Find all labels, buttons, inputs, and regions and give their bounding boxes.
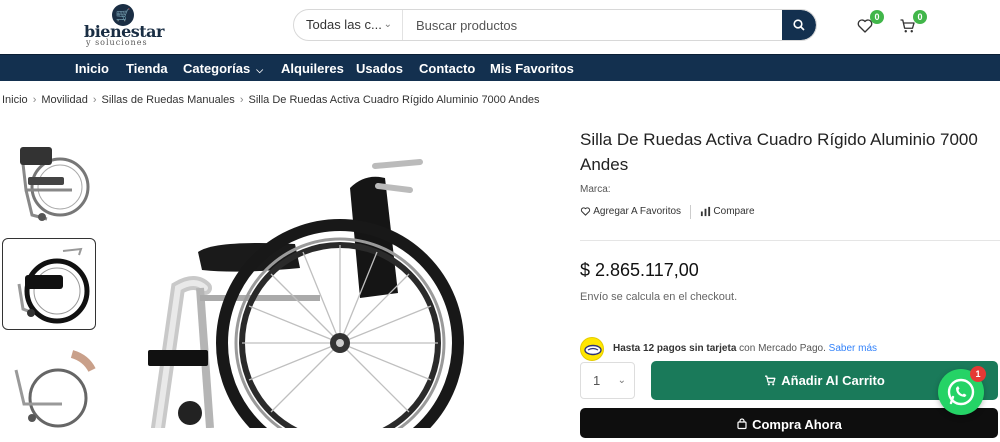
shipping-note: Envío se calcula en el checkout. — [580, 291, 738, 303]
search-bar: Todas las c... ⌄ — [293, 9, 817, 41]
breadcrumb-current: Silla De Ruedas Activa Cuadro Rígido Alu… — [248, 94, 540, 106]
product-thumbnail-2[interactable] — [2, 238, 96, 330]
bar-chart-icon — [700, 207, 710, 217]
cart-icon — [765, 375, 776, 386]
action-divider — [689, 205, 691, 219]
mercadopago-learn-more-link[interactable]: Saber más — [829, 343, 877, 354]
compare-button[interactable]: Compare — [700, 206, 755, 218]
product-title: Silla De Ruedas Activa Cuadro Rígido Alu… — [580, 130, 978, 174]
breadcrumb: Inicio › Movilidad › Sillas de Ruedas Manual… — [2, 94, 540, 106]
mercadopago-description: con Mercado Pago. — [739, 343, 826, 354]
section-divider — [580, 240, 1000, 241]
wheelchair-main-image — [148, 159, 464, 442]
search-button[interactable] — [782, 10, 816, 40]
wheelchair-angle-image — [17, 247, 90, 324]
breadcrumb-separator: › — [92, 94, 97, 106]
quantity-value: 1 — [593, 373, 601, 388]
nav-item-usados[interactable]: Usados — [356, 55, 403, 82]
buy-now-label: Compra Ahora — [752, 417, 842, 432]
cart-count-badge: 0 — [913, 10, 927, 24]
breadcrumb-movilidad[interactable]: Movilidad — [41, 94, 87, 106]
add-to-cart-label: Añadir Al Carrito — [781, 373, 885, 388]
compare-label: Compare — [713, 206, 755, 218]
nav-item-contacto[interactable]: Contacto — [419, 55, 475, 82]
logo-tagline: y soluciones — [86, 38, 148, 47]
nav-item-mis-favoritos[interactable]: Mis Favoritos — [490, 55, 574, 82]
product-thumbnail-1[interactable] — [2, 135, 96, 227]
product-brand-label: Marca: — [580, 184, 611, 195]
product-thumbnail-3[interactable] — [2, 340, 96, 432]
quantity-select[interactable]: 1 ⌄ — [580, 362, 635, 399]
chevron-down-icon: ⌵ — [256, 65, 264, 75]
whatsapp-notification-badge: 1 — [970, 366, 986, 382]
breadcrumb-separator: › — [239, 94, 244, 106]
chevron-down-icon: ⌄ — [617, 375, 626, 386]
site-logo[interactable]: 🛒 bienestar y soluciones — [84, 4, 164, 48]
search-category-value: Todas las c... — [306, 17, 382, 32]
wheelchair-side-image — [20, 147, 90, 221]
product-price: $ 2.865.117,00 — [580, 260, 699, 280]
heart-icon — [580, 207, 591, 217]
nav-item-inicio[interactable]: Inicio — [75, 55, 109, 82]
nav-item-alquileres[interactable]: Alquileres — [281, 55, 344, 82]
add-to-favorites-label: Agregar A Favoritos — [593, 206, 682, 218]
product-actions: Agregar A Favoritos Compare — [580, 205, 755, 221]
wheelchair-detail-image — [14, 350, 96, 428]
add-to-favorites-button[interactable]: Agregar A Favoritos — [580, 206, 682, 218]
mercadopago-highlight: Hasta 12 pagos sin tarjeta — [613, 343, 737, 354]
top-header: 🛒 bienestar y soluciones Todas las c... … — [0, 0, 1000, 54]
wishlist-button[interactable]: 0 — [856, 10, 884, 37]
nav-item-tienda[interactable]: Tienda — [126, 55, 168, 82]
bag-icon — [737, 418, 747, 430]
search-category-select[interactable]: Todas las c... ⌄ — [294, 10, 403, 40]
mercadopago-text: Hasta 12 pagos sin tarjeta con Mercado P… — [613, 343, 877, 354]
cart-button[interactable]: 0 — [899, 10, 927, 37]
nav-item-categorias[interactable]: Categorías ⌵ — [183, 55, 263, 82]
breadcrumb-inicio[interactable]: Inicio — [2, 94, 28, 106]
breadcrumb-sillas-manuales[interactable]: Sillas de Ruedas Manuales — [102, 94, 235, 106]
wishlist-count-badge: 0 — [870, 10, 884, 24]
product-main-image[interactable] — [120, 128, 560, 442]
nav-item-categorias-label: Categorías — [183, 61, 251, 76]
buy-now-button[interactable]: Compra Ahora — [580, 408, 998, 438]
chevron-down-icon: ⌄ — [383, 19, 392, 30]
breadcrumb-separator: › — [32, 94, 37, 106]
mercadopago-logo-icon — [580, 337, 604, 361]
search-icon — [793, 19, 805, 31]
search-input[interactable] — [404, 10, 782, 40]
main-navigation: Inicio Tienda Categorías ⌵ Alquileres Usa… — [0, 54, 1000, 81]
